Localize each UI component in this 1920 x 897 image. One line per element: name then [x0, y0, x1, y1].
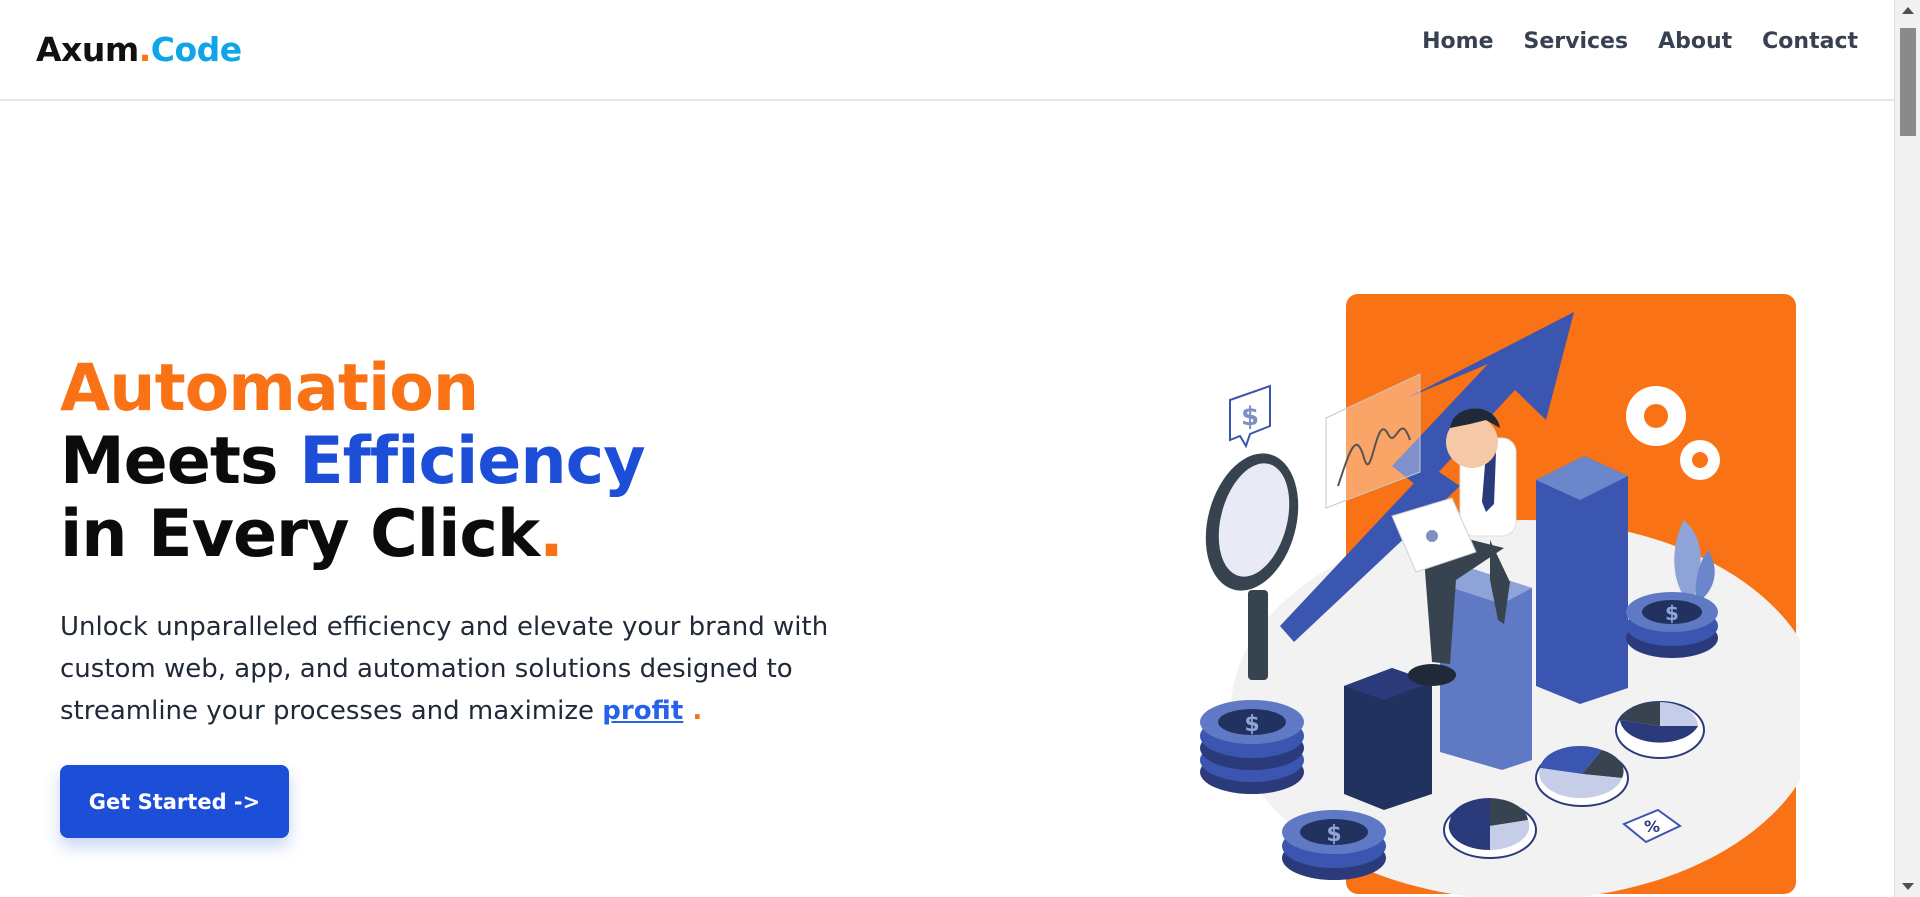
hero-description-dot: .: [683, 696, 703, 726]
logo-text-code: Code: [150, 30, 242, 69]
svg-text:$: $: [1326, 822, 1341, 847]
coin-stack-left-icon: $: [1200, 700, 1304, 794]
coin-stack-right-icon: $: [1626, 592, 1718, 658]
hero-title-line2: Meets Efficiency: [60, 425, 860, 498]
svg-text:$: $: [1244, 712, 1259, 737]
nav-home[interactable]: Home: [1422, 29, 1493, 54]
svg-text:$: $: [1241, 402, 1259, 432]
hero-title-meets: Meets: [60, 424, 300, 499]
logo-text-axum: Axum: [36, 30, 139, 69]
svg-text:$: $: [1665, 601, 1679, 625]
nav-contact[interactable]: Contact: [1762, 29, 1858, 54]
hero-description-text: Unlock unparalleled efficiency and eleva…: [60, 612, 829, 726]
hero-illustration: $ $ $ $ %: [1200, 294, 1800, 897]
main-nav: Home Services About Contact: [1422, 29, 1858, 54]
coin-stack-bottom-icon: $: [1282, 810, 1386, 880]
hero-description: Unlock unparalleled efficiency and eleva…: [60, 606, 870, 732]
logo-dot: .: [138, 30, 152, 69]
logo[interactable]: Axum.Code: [36, 30, 242, 69]
page-scrollbar[interactable]: [1894, 0, 1920, 897]
nav-about[interactable]: About: [1658, 29, 1732, 54]
site-header: Axum.Code Home Services About Contact: [0, 0, 1894, 101]
scroll-thumb[interactable]: [1900, 28, 1916, 136]
profit-link[interactable]: profit: [602, 696, 683, 726]
hero-title-line3: in Every Click.: [60, 498, 860, 571]
hero-title-every-click: in Every Click: [60, 497, 540, 572]
hero-title-efficiency: Efficiency: [299, 424, 645, 499]
scroll-down-arrow-icon[interactable]: [1902, 883, 1914, 890]
svg-text:%: %: [1644, 817, 1660, 836]
hero-title-automation: Automation: [60, 351, 479, 426]
hero-title-period: .: [539, 497, 564, 572]
nav-services[interactable]: Services: [1524, 29, 1629, 54]
hero-title: Automation Meets Efficiency in Every Cli…: [60, 352, 860, 571]
dollar-bubble-icon: $: [1229, 384, 1271, 449]
get-started-button[interactable]: Get Started ->: [60, 765, 289, 838]
scroll-up-arrow-icon[interactable]: [1902, 7, 1914, 14]
